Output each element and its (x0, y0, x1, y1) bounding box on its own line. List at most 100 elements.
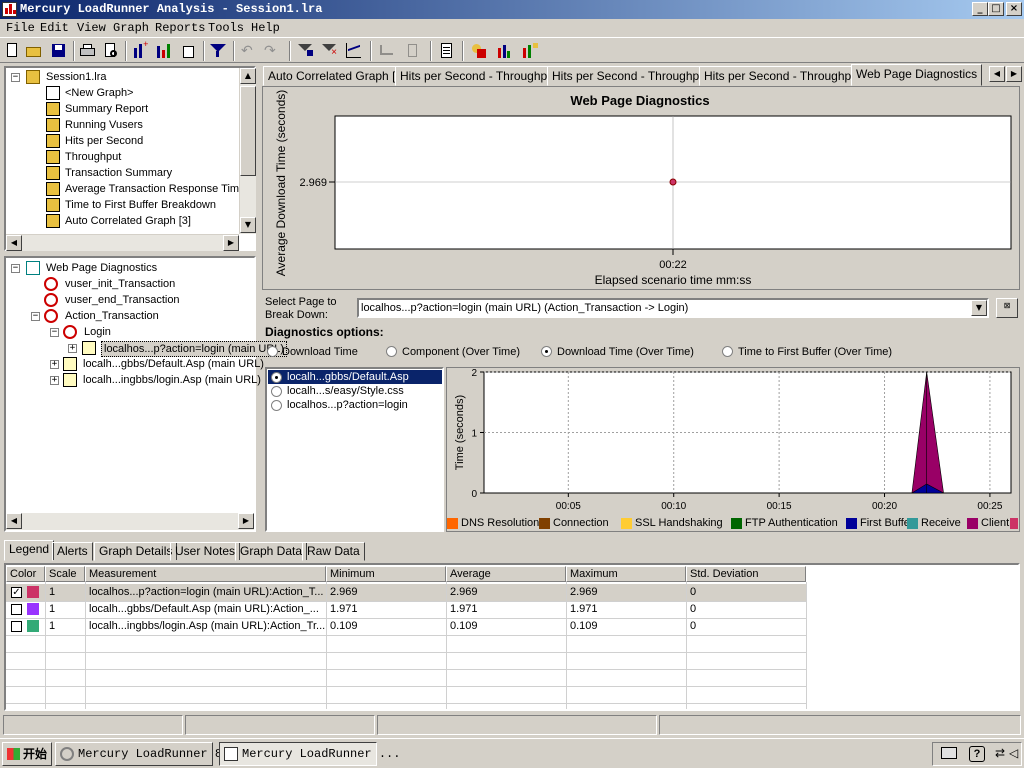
option-download-time[interactable]: Download Time (282, 346, 358, 358)
tab-legend[interactable]: Legend (4, 540, 55, 561)
component-radio[interactable] (271, 386, 282, 397)
tree-login-page[interactable]: localhos...p?action=login (main URL) (101, 341, 288, 357)
new-session-icon[interactable] (4, 42, 21, 59)
col-scale[interactable]: Scale (45, 566, 85, 582)
keyboard-icon[interactable] (941, 747, 957, 759)
tree-diagnostics-root[interactable]: Web Page Diagnostics (46, 261, 157, 275)
chevron-down-icon[interactable]: ▼ (971, 300, 987, 316)
open-icon[interactable] (25, 42, 42, 59)
tree-graph-item[interactable]: <New Graph> (65, 86, 241, 100)
menu-edit[interactable]: Edit (40, 21, 69, 35)
option-download-over-time[interactable]: Download Time (Over Time) (557, 346, 694, 358)
minimize-button[interactable]: _ (972, 2, 988, 16)
row-color-swatch[interactable] (27, 620, 39, 632)
task-loadrunner-analysis[interactable]: Mercury LoadRunner ... (219, 742, 400, 766)
tab-hits-throughput-1[interactable]: Hits per Second - Throughput (395, 66, 563, 86)
template-icon[interactable] (521, 42, 538, 59)
correlate-icon[interactable] (378, 42, 395, 59)
tab-web-page-diagnostics[interactable]: Web Page Diagnostics (851, 64, 983, 86)
tab-scroll-left-button[interactable]: ◀ (989, 66, 1005, 82)
tree-login[interactable]: Login (84, 325, 111, 339)
option-download-over-time-radio[interactable] (541, 346, 552, 357)
component-item[interactable]: localh...s/easy/Style.css (287, 385, 404, 397)
collapse-toggle[interactable]: − (50, 328, 59, 337)
set-filter-icon[interactable] (297, 42, 314, 59)
session-tree-vscrollbar[interactable]: ▲ ▼ (239, 68, 256, 234)
scroll-right-button[interactable]: ▶ (223, 235, 239, 251)
expand-toggle[interactable]: + (50, 360, 59, 369)
option-component-radio[interactable] (386, 346, 397, 357)
col-average[interactable]: Average (446, 566, 566, 582)
redo-icon[interactable]: ↷ (264, 42, 281, 59)
scroll-thumb[interactable] (240, 86, 256, 176)
autocorrelate-icon[interactable] (404, 42, 421, 59)
cross-result-icon[interactable] (155, 42, 172, 59)
tree-graph-item[interactable]: Time to First Buffer Breakdown (65, 198, 241, 212)
row-visible-checkbox[interactable] (11, 604, 22, 615)
scroll-left-button[interactable]: ◀ (6, 513, 22, 529)
tree-graph-item[interactable]: Auto Correlated Graph [3] (65, 214, 241, 228)
collapse-toggle[interactable]: − (11, 264, 20, 273)
scroll-down-button[interactable]: ▼ (240, 217, 256, 233)
row-visible-checkbox[interactable] (11, 621, 22, 632)
row-color-swatch[interactable] (27, 603, 39, 615)
component-radio[interactable] (271, 372, 282, 383)
task-loadrunner-controller[interactable]: Mercury LoadRunner 8.1 (55, 742, 236, 766)
scroll-left-button[interactable]: ◀ (6, 235, 22, 251)
print-icon[interactable] (79, 42, 96, 59)
col-measurement[interactable]: Measurement (85, 566, 326, 582)
row-visible-checkbox[interactable]: ✓ (11, 587, 22, 598)
col-std-deviation[interactable]: Std. Deviation (686, 566, 806, 582)
tree-graph-item[interactable]: Transaction Summary (65, 166, 241, 180)
menu-help[interactable]: Help (251, 21, 280, 35)
tab-user-notes[interactable]: User Notes (170, 542, 241, 561)
tree-action-transaction[interactable]: Action_Transaction (65, 309, 159, 323)
expand-toggle[interactable]: + (68, 344, 77, 353)
word-report-icon[interactable] (495, 42, 512, 59)
menu-file[interactable]: File (6, 21, 35, 35)
report-icon[interactable] (438, 42, 455, 59)
option-first-buffer-radio[interactable] (722, 346, 733, 357)
collapse-toggle[interactable]: − (11, 73, 20, 82)
scroll-right-button[interactable]: ▶ (238, 513, 254, 529)
option-component[interactable]: Component (Over Time) (402, 346, 520, 358)
start-button[interactable]: 开始 (2, 742, 52, 766)
diagnostics-tree-hscrollbar[interactable]: ◀ ▶ (6, 513, 254, 530)
option-download-time-radio[interactable] (267, 346, 278, 357)
scroll-up-button[interactable]: ▲ (240, 68, 256, 84)
expand-toggle[interactable]: + (50, 376, 59, 385)
tree-graph-item[interactable]: Average Transaction Response Time (65, 182, 241, 196)
close-button[interactable]: × (1006, 2, 1022, 16)
merge-graphs-icon[interactable] (345, 42, 362, 59)
help-icon[interactable]: ? (969, 746, 985, 762)
col-color[interactable]: Color (6, 566, 45, 582)
tree-graph-item[interactable]: Summary Report (65, 102, 241, 116)
tree-vuser-init[interactable]: vuser_init_Transaction (65, 277, 175, 291)
component-item[interactable]: localh...gbbs/Default.Asp (287, 371, 409, 383)
tree-login-asp-page[interactable]: localh...ingbbs/login.Asp (main URL) (83, 373, 261, 387)
tab-alerts[interactable]: Alerts (52, 542, 93, 561)
col-maximum[interactable]: Maximum (566, 566, 686, 582)
tree-graph-item[interactable]: Throughput (65, 150, 241, 164)
tab-raw-data[interactable]: Raw Data (302, 542, 365, 561)
menu-view[interactable]: View (77, 21, 106, 35)
component-item[interactable]: localhos...p?action=login (287, 399, 408, 411)
tree-session-root[interactable]: Session1.lra (46, 70, 107, 84)
save-icon[interactable] (50, 42, 67, 59)
print-preview-icon[interactable] (102, 42, 119, 59)
row-color-swatch[interactable] (27, 586, 39, 598)
speaker-icon[interactable]: ◁ (1009, 746, 1018, 760)
tab-hits-throughput-2[interactable]: Hits per Second - Throughput (547, 66, 715, 86)
tab-graph-data[interactable]: Graph Data (235, 542, 308, 561)
tree-vuser-end[interactable]: vuser_end_Transaction (65, 293, 180, 307)
tree-graph-item[interactable]: Running Vusers (65, 118, 241, 132)
session-tree-hscrollbar[interactable]: ◀ ▶ (6, 234, 239, 251)
data-point[interactable] (669, 178, 677, 186)
component-radio[interactable] (271, 400, 282, 411)
html-report-icon[interactable] (470, 42, 487, 59)
collapse-toggle[interactable]: − (31, 312, 40, 321)
add-graph-icon[interactable]: + (131, 40, 148, 59)
break-down-select[interactable]: localhos...p?action=login (main URL) (Ac… (357, 298, 989, 318)
tree-default-page[interactable]: localh...gbbs/Default.Asp (main URL) (83, 357, 264, 371)
undo-icon[interactable]: ↶ (241, 42, 258, 59)
